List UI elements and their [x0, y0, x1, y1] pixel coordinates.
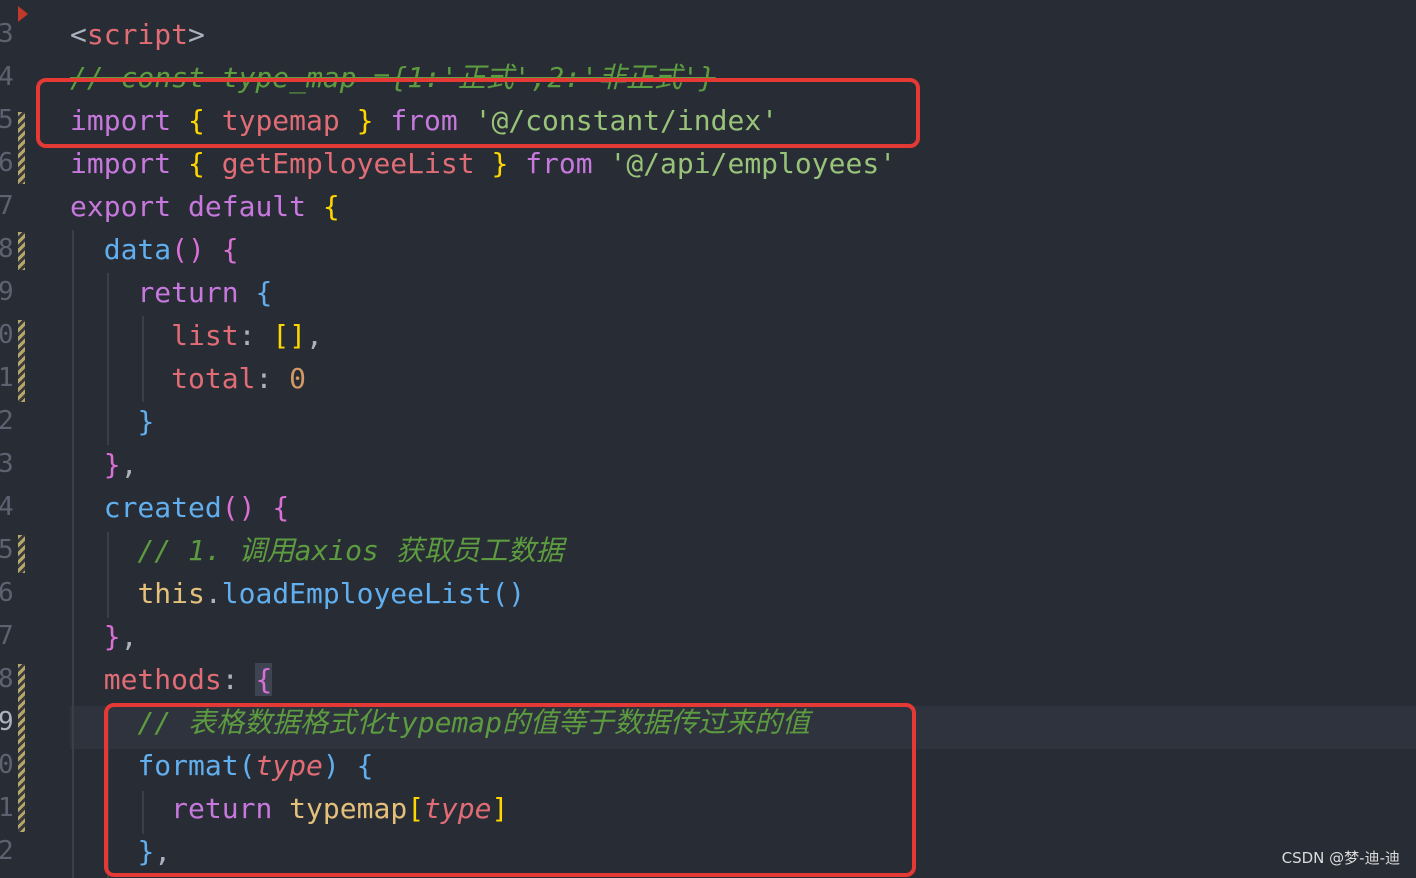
brace: { — [322, 190, 340, 223]
line-number: 8 — [0, 664, 14, 694]
code-line: methods: { — [70, 658, 273, 701]
colon: : — [238, 319, 273, 352]
keyword: default — [188, 190, 307, 223]
line-number: 2 — [0, 406, 14, 436]
paren: () — [171, 233, 205, 266]
line-number: 6 — [0, 578, 14, 608]
keyword: export — [70, 190, 172, 223]
string-literal: '@/api/employees' — [609, 147, 897, 180]
colon: : — [255, 362, 290, 395]
code-line: export default { — [70, 185, 340, 228]
comma: , — [120, 448, 138, 481]
git-modified-marker[interactable] — [18, 232, 25, 270]
line-number: 3 — [0, 19, 14, 49]
colon: : — [221, 663, 256, 696]
tag-bracket: < — [70, 18, 87, 51]
code-line: // 1. 调用axios 获取员工数据 — [70, 529, 564, 572]
fold-arrow-icon[interactable] — [18, 6, 28, 22]
git-modified-marker[interactable] — [18, 535, 25, 573]
brace: { — [188, 147, 205, 180]
watermark: CSDN @梦-迪-迪 — [1281, 849, 1400, 867]
line-number: 7 — [0, 191, 14, 221]
line-number: 1 — [0, 363, 14, 393]
brace: { — [272, 491, 290, 524]
line-number: 3 — [0, 449, 14, 479]
line-number: 2 — [0, 836, 14, 866]
matched-brace: { — [255, 663, 273, 696]
line-number: 0 — [0, 320, 14, 350]
property: total — [171, 362, 256, 395]
line-number: 5 — [0, 535, 14, 565]
code-line: return { — [70, 271, 272, 314]
code-line: data() { — [70, 228, 239, 271]
code-line: total: 0 — [70, 357, 306, 400]
line-number: 8 — [0, 234, 14, 264]
comma: , — [306, 319, 323, 352]
comma: , — [120, 620, 138, 653]
brace: { — [221, 233, 239, 266]
line-number: 0 — [0, 750, 14, 780]
code-line: list: [], — [70, 314, 323, 357]
git-modified-marker[interactable] — [18, 664, 25, 832]
this-keyword: this — [137, 577, 205, 610]
line-number: 4 — [0, 62, 14, 92]
keyword: return — [137, 276, 239, 309]
line-number: 6 — [0, 148, 14, 178]
tag-name: script — [86, 18, 189, 51]
code-editor[interactable]: 3 4 5 6 7 8 9 0 1 2 3 4 5 6 7 8 9 0 1 2 … — [0, 0, 1416, 878]
brace: { — [255, 276, 273, 309]
line-number: 5 — [0, 105, 14, 135]
git-modified-marker[interactable] — [18, 320, 25, 402]
identifier: getEmployeeList — [204, 147, 492, 180]
tag-bracket: > — [188, 18, 205, 51]
git-modified-marker[interactable] — [18, 112, 25, 184]
code-line: <script> — [70, 13, 205, 56]
function-name: data — [103, 233, 172, 266]
code-line: }, — [70, 443, 138, 486]
code-line: } — [70, 400, 154, 443]
highlight-box-import — [36, 78, 920, 148]
keyword: from — [525, 147, 593, 180]
line-number-active: 9 — [0, 707, 14, 737]
dot: . — [204, 577, 222, 610]
paren: () — [491, 577, 526, 610]
code-comment: // 1. 调用axios 获取员工数据 — [137, 534, 564, 567]
function-name: created — [103, 491, 222, 524]
line-number: 9 — [0, 277, 14, 307]
function-call: loadEmployeeList — [221, 577, 492, 610]
paren: () — [221, 491, 256, 524]
line-number: 4 — [0, 492, 14, 522]
brace: } — [137, 405, 155, 438]
brace: } — [103, 620, 121, 653]
array-literal: [] — [272, 319, 307, 352]
code-line: created() { — [70, 486, 289, 529]
number-literal: 0 — [289, 362, 307, 395]
code-line: import { getEmployeeList } from '@/api/e… — [70, 142, 896, 185]
line-number: 1 — [0, 793, 14, 823]
code-line: this.loadEmployeeList() — [70, 572, 525, 615]
property: methods — [103, 663, 222, 696]
highlight-box-format-method — [104, 703, 916, 877]
property: list — [171, 319, 239, 352]
line-number: 7 — [0, 621, 14, 651]
code-line: }, — [70, 615, 138, 658]
keyword: import — [70, 147, 172, 180]
brace: } — [103, 448, 121, 481]
brace: } — [491, 147, 509, 180]
